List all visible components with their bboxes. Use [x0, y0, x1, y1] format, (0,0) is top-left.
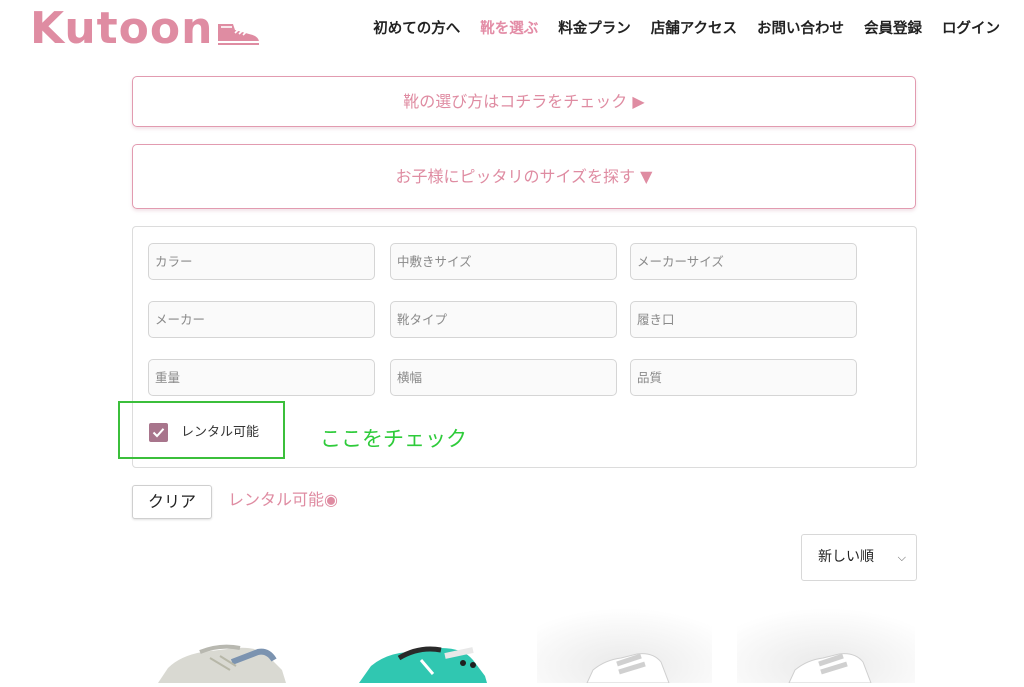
opening-type-select[interactable]: 履き口: [630, 301, 857, 338]
nav-item-contact[interactable]: お問い合わせ: [747, 18, 854, 40]
insole-size-select[interactable]: 中敷きサイズ: [390, 243, 617, 280]
sort-selected-value: 新しい順: [818, 549, 874, 565]
nav-item-choose-shoes[interactable]: 靴を選ぶ: [470, 18, 548, 40]
shoe-image: [737, 600, 915, 684]
product-image[interactable]: [345, 600, 495, 683]
chevron-down-icon: ⌵: [897, 551, 906, 564]
clear-button[interactable]: クリア: [132, 485, 212, 519]
product-image[interactable]: [537, 600, 712, 684]
rental-checkbox[interactable]: [149, 423, 168, 442]
shoe-guide-button[interactable]: 靴の選び方はコチラをチェック ▶: [132, 76, 916, 127]
rental-checkbox-label[interactable]: レンタル可能: [181, 423, 259, 442]
main-nav: 初めての方へ 靴を選ぶ 料金プラン 店舗アクセス お問い合わせ 会員登録 ログイ…: [363, 18, 1010, 40]
logo-text: Kutoon: [30, 3, 214, 54]
active-filter-tag[interactable]: レンタル可能◉: [228, 488, 338, 512]
maker-size-select[interactable]: メーカーサイズ: [630, 243, 857, 280]
check-icon: [152, 428, 165, 438]
nav-item-first-time[interactable]: 初めての方へ: [363, 18, 470, 40]
logo[interactable]: Kutoon: [30, 4, 261, 54]
quality-select[interactable]: 品質: [630, 359, 857, 396]
shoe-icon: [218, 24, 260, 45]
nav-item-pricing[interactable]: 料金プラン: [548, 18, 641, 40]
width-select[interactable]: 横幅: [390, 359, 617, 396]
shoe-image: [158, 644, 286, 683]
nav-item-store-access[interactable]: 店舗アクセス: [641, 18, 747, 40]
nav-item-login[interactable]: ログイン: [932, 18, 1010, 40]
shoe-type-select[interactable]: 靴タイプ: [390, 301, 617, 338]
annotation-text: ここをチェック: [320, 427, 467, 451]
shoe-image: [537, 600, 712, 684]
weight-select[interactable]: 重量: [148, 359, 375, 396]
maker-select[interactable]: メーカー: [148, 301, 375, 338]
product-image[interactable]: [737, 600, 915, 684]
shoe-image: [359, 646, 487, 683]
product-image[interactable]: [140, 600, 300, 683]
header: Kutoon 初めての方へ 靴を選ぶ 料金プラン 店舗アクセス お問い合わせ 会…: [0, 0, 1024, 62]
color-select[interactable]: カラー: [148, 243, 375, 280]
sort-select[interactable]: 新しい順 ⌵: [801, 534, 917, 581]
size-finder-button[interactable]: お子様にピッタリのサイズを探す ▼: [132, 144, 916, 209]
nav-item-register[interactable]: 会員登録: [854, 18, 932, 40]
